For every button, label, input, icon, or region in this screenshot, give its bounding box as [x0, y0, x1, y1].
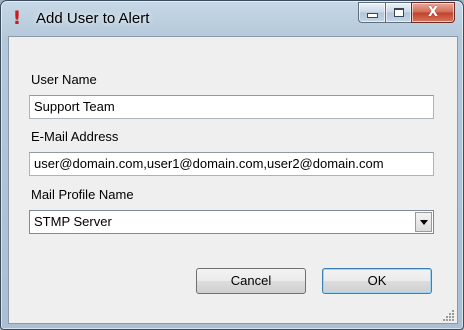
maximize-button[interactable] [385, 2, 411, 23]
close-icon: X [427, 5, 439, 20]
user-name-label: User Name [31, 72, 97, 87]
maximize-icon [393, 8, 404, 17]
window-title: Add User to Alert [36, 10, 150, 27]
close-button[interactable]: X [411, 2, 455, 23]
title-bar[interactable]: ! Add User to Alert X [1, 1, 463, 35]
caption-buttons: X [358, 2, 455, 23]
cancel-button[interactable]: Cancel [196, 268, 306, 294]
ok-button[interactable]: OK [322, 268, 432, 294]
user-name-input[interactable]: Support Team [29, 95, 434, 119]
dropdown-button[interactable] [415, 212, 432, 232]
resize-grip-icon[interactable] [443, 309, 455, 321]
mail-profile-select[interactable]: STMP Server [29, 210, 434, 234]
minimize-button[interactable] [358, 2, 385, 23]
mail-profile-label: Mail Profile Name [31, 187, 134, 202]
dialog-body: User Name Support Team E-Mail Address us… [8, 36, 458, 324]
minimize-icon [366, 13, 378, 18]
dialog-window: ! Add User to Alert X User Name Support … [0, 0, 464, 330]
mail-profile-selected: STMP Server [34, 214, 112, 229]
exclamation-icon: ! [12, 7, 22, 29]
chevron-down-icon [419, 219, 428, 225]
email-input[interactable]: user@domain.com,user1@domain.com,user2@d… [29, 152, 434, 176]
email-label: E-Mail Address [31, 129, 119, 144]
